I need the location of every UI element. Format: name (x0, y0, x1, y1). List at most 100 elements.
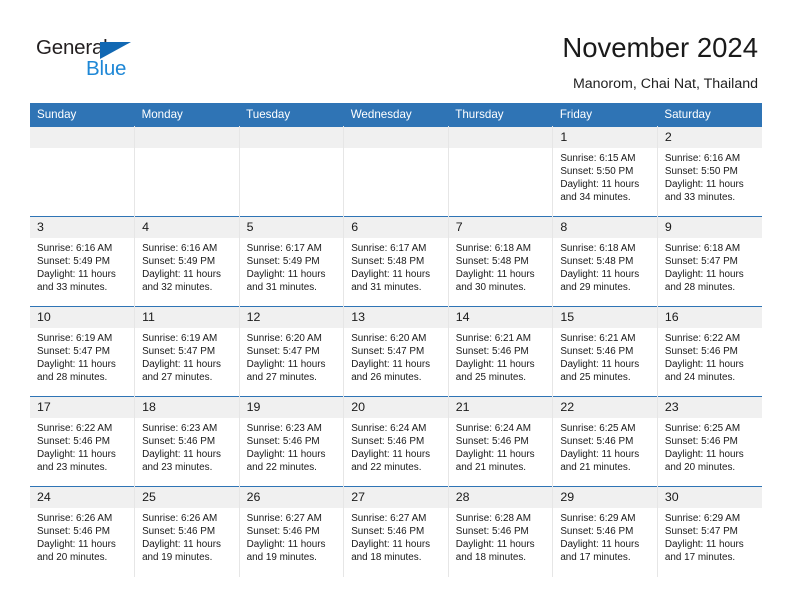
calendar-day-cell[interactable]: 4 Sunrise: 6:16 AM Sunset: 5:49 PM Daylight… (134, 216, 240, 307)
calendar-day-cell-empty (447, 126, 554, 217)
calendar-day-details: Sunrise: 6:28 AM Sunset: 5:46 PM Daylight:… (449, 508, 553, 564)
sunrise-text: Sunrise: 6:29 AM (560, 513, 636, 524)
daylight-text: Daylight: 11 hours and 27 minutes. (142, 359, 221, 384)
daylight-text: Daylight: 11 hours and 30 minutes. (455, 269, 535, 294)
calendar-day-cell[interactable]: 13 Sunrise: 6:20 AM Sunset: 5:47 PM Dayligh… (343, 306, 449, 397)
sunset-text: Sunset: 5:50 PM (560, 166, 634, 178)
weekday-header-thursday: Thursday (448, 103, 553, 127)
calendar-day-details: Sunrise: 6:23 AM Sunset: 5:46 PM Daylight:… (135, 418, 239, 474)
calendar-day-details: Sunrise: 6:27 AM Sunset: 5:46 PM Daylight:… (344, 508, 448, 564)
sunrise-text: Sunrise: 6:22 AM (37, 423, 113, 434)
calendar-page: General Blue November 2024 Manorom, Chai… (0, 0, 792, 612)
calendar-day-number: 19 (239, 397, 344, 418)
calendar-day-cell[interactable]: 8 Sunrise: 6:18 AM Sunset: 5:48 PM Daylight… (552, 216, 658, 307)
calendar-day-cell[interactable]: 18 Sunrise: 6:23 AM Sunset: 5:46 PM Dayligh… (134, 396, 240, 487)
daylight-text: Daylight: 11 hours and 17 minutes. (664, 539, 744, 564)
calendar-day-number (239, 127, 344, 148)
calendar-day-cell[interactable]: 12 Sunrise: 6:20 AM Sunset: 5:47 PM Dayligh… (238, 306, 345, 397)
calendar-week-row: 3 Sunrise: 6:16 AM Sunset: 5:49 PM Daylight… (30, 216, 762, 307)
calendar-day-cell[interactable]: 20 Sunrise: 6:24 AM Sunset: 5:46 PM Dayligh… (343, 396, 449, 487)
calendar-day-cell[interactable]: 30 Sunrise: 6:29 AM Sunset: 5:47 PM Dayligh… (656, 486, 762, 577)
daylight-text: Daylight: 11 hours and 22 minutes. (246, 449, 326, 474)
sunset-text: Sunset: 5:49 PM (142, 256, 216, 268)
sunset-text: Sunset: 5:47 PM (37, 346, 111, 358)
calendar-day-cell[interactable]: 11 Sunrise: 6:19 AM Sunset: 5:47 PM Dayligh… (134, 306, 240, 397)
calendar-day-cell[interactable]: 6 Sunrise: 6:17 AM Sunset: 5:48 PM Daylight… (343, 216, 449, 307)
calendar-day-number: 27 (344, 487, 448, 508)
sunrise-text: Sunrise: 6:24 AM (351, 423, 427, 434)
daylight-text: Daylight: 11 hours and 19 minutes. (246, 539, 326, 564)
sunset-text: Sunset: 5:48 PM (560, 256, 634, 268)
calendar-day-cell[interactable]: 27 Sunrise: 6:27 AM Sunset: 5:46 PM Dayligh… (343, 486, 449, 577)
sunrise-text: Sunrise: 6:22 AM (664, 333, 741, 344)
calendar-day-details: Sunrise: 6:16 AM Sunset: 5:49 PM Daylight:… (135, 238, 239, 294)
calendar-day-details: Sunrise: 6:20 AM Sunset: 5:47 PM Daylight:… (240, 328, 344, 384)
daylight-text: Daylight: 11 hours and 28 minutes. (664, 269, 744, 294)
sunrise-text: Sunrise: 6:16 AM (142, 243, 218, 254)
daylight-text: Daylight: 11 hours and 25 minutes. (560, 359, 640, 384)
calendar-day-number: 15 (553, 307, 657, 328)
calendar-day-cell[interactable]: 22 Sunrise: 6:25 AM Sunset: 5:46 PM Dayligh… (552, 396, 658, 487)
daylight-text: Daylight: 11 hours and 25 minutes. (455, 359, 535, 384)
calendar-week-row: 1 Sunrise: 6:15 AM Sunset: 5:50 PM Daylight… (30, 126, 762, 217)
calendar-day-cell[interactable]: 14 Sunrise: 6:21 AM Sunset: 5:46 PM Dayligh… (447, 306, 554, 397)
daylight-text: Daylight: 11 hours and 27 minutes. (246, 359, 326, 384)
calendar-day-number: 9 (657, 217, 762, 238)
calendar-day-number: 20 (344, 397, 448, 418)
calendar-day-cell[interactable]: 10 Sunrise: 6:19 AM Sunset: 5:47 PM Dayligh… (30, 306, 136, 397)
calendar-body: 1 Sunrise: 6:15 AM Sunset: 5:50 PM Daylight… (30, 126, 762, 577)
general-blue-logo[interactable]: General Blue (36, 36, 166, 86)
calendar-day-number: 30 (657, 487, 762, 508)
sunset-text: Sunset: 5:46 PM (351, 436, 425, 448)
calendar-day-details: Sunrise: 6:26 AM Sunset: 5:46 PM Daylight:… (30, 508, 134, 564)
sunrise-text: Sunrise: 6:17 AM (351, 243, 427, 254)
sunrise-text: Sunrise: 6:16 AM (37, 243, 113, 254)
calendar-day-number: 6 (344, 217, 448, 238)
calendar-day-cell[interactable]: 15 Sunrise: 6:21 AM Sunset: 5:46 PM Dayligh… (552, 306, 658, 397)
calendar-day-details: Sunrise: 6:25 AM Sunset: 5:46 PM Daylight:… (658, 418, 762, 474)
calendar-day-cell[interactable]: 28 Sunrise: 6:28 AM Sunset: 5:46 PM Dayligh… (447, 486, 554, 577)
calendar-day-number: 24 (30, 487, 135, 508)
sunset-text: Sunset: 5:46 PM (37, 526, 111, 538)
sunset-text: Sunset: 5:48 PM (455, 256, 529, 268)
calendar-day-number: 22 (553, 397, 657, 418)
calendar-day-cell[interactable]: 19 Sunrise: 6:23 AM Sunset: 5:46 PM Dayligh… (238, 396, 345, 487)
calendar-day-cell[interactable]: 7 Sunrise: 6:18 AM Sunset: 5:48 PM Daylight… (447, 216, 554, 307)
calendar-day-cell-empty (30, 126, 136, 217)
daylight-text: Daylight: 11 hours and 23 minutes. (142, 449, 221, 474)
calendar-day-details: Sunrise: 6:26 AM Sunset: 5:46 PM Daylight:… (135, 508, 239, 564)
sunrise-text: Sunrise: 6:18 AM (664, 243, 741, 254)
calendar-day-details: Sunrise: 6:18 AM Sunset: 5:48 PM Daylight:… (553, 238, 657, 294)
daylight-text: Daylight: 11 hours and 17 minutes. (560, 539, 640, 564)
sunrise-text: Sunrise: 6:26 AM (37, 513, 113, 524)
sunset-text: Sunset: 5:46 PM (664, 346, 738, 358)
calendar-grid: Sunday Monday Tuesday Wednesday Thursday… (30, 103, 762, 577)
calendar-day-cell[interactable]: 1 Sunrise: 6:15 AM Sunset: 5:50 PM Daylight… (552, 126, 658, 217)
calendar-day-details: Sunrise: 6:25 AM Sunset: 5:46 PM Daylight:… (553, 418, 657, 474)
calendar-day-cell[interactable]: 17 Sunrise: 6:22 AM Sunset: 5:46 PM Dayligh… (30, 396, 136, 487)
sunset-text: Sunset: 5:46 PM (142, 436, 216, 448)
calendar-day-cell[interactable]: 2 Sunrise: 6:16 AM Sunset: 5:50 PM Daylight… (656, 126, 762, 217)
daylight-text: Daylight: 11 hours and 18 minutes. (455, 539, 535, 564)
calendar-day-number: 5 (239, 217, 344, 238)
daylight-text: Daylight: 11 hours and 23 minutes. (37, 449, 116, 474)
calendar-day-cell[interactable]: 16 Sunrise: 6:22 AM Sunset: 5:46 PM Dayligh… (656, 306, 762, 397)
calendar-day-cell[interactable]: 3 Sunrise: 6:16 AM Sunset: 5:49 PM Daylight… (30, 216, 136, 307)
calendar-day-cell[interactable]: 5 Sunrise: 6:17 AM Sunset: 5:49 PM Daylight… (238, 216, 345, 307)
sunrise-text: Sunrise: 6:23 AM (142, 423, 218, 434)
calendar-day-cell[interactable]: 26 Sunrise: 6:27 AM Sunset: 5:46 PM Dayligh… (238, 486, 345, 577)
calendar-day-cell-empty (238, 126, 345, 217)
calendar-week-row: 24 Sunrise: 6:26 AM Sunset: 5:46 PM Dayligh… (30, 486, 762, 577)
calendar-day-cell[interactable]: 24 Sunrise: 6:26 AM Sunset: 5:46 PM Dayligh… (30, 486, 136, 577)
calendar-day-cell[interactable]: 23 Sunrise: 6:25 AM Sunset: 5:46 PM Dayligh… (656, 396, 762, 487)
calendar-day-cell[interactable]: 21 Sunrise: 6:24 AM Sunset: 5:46 PM Dayligh… (447, 396, 554, 487)
calendar-day-cell[interactable]: 25 Sunrise: 6:26 AM Sunset: 5:46 PM Dayligh… (134, 486, 240, 577)
calendar-day-number: 26 (239, 487, 344, 508)
weekday-header-row: Sunday Monday Tuesday Wednesday Thursday… (30, 103, 762, 127)
sunrise-text: Sunrise: 6:18 AM (455, 243, 531, 254)
sunset-text: Sunset: 5:47 PM (351, 346, 425, 358)
sunset-text: Sunset: 5:46 PM (455, 436, 529, 448)
calendar-day-cell[interactable]: 9 Sunrise: 6:18 AM Sunset: 5:47 PM Daylight… (656, 216, 762, 307)
calendar-day-cell[interactable]: 29 Sunrise: 6:29 AM Sunset: 5:46 PM Dayligh… (552, 486, 658, 577)
calendar-day-number: 28 (448, 487, 553, 508)
